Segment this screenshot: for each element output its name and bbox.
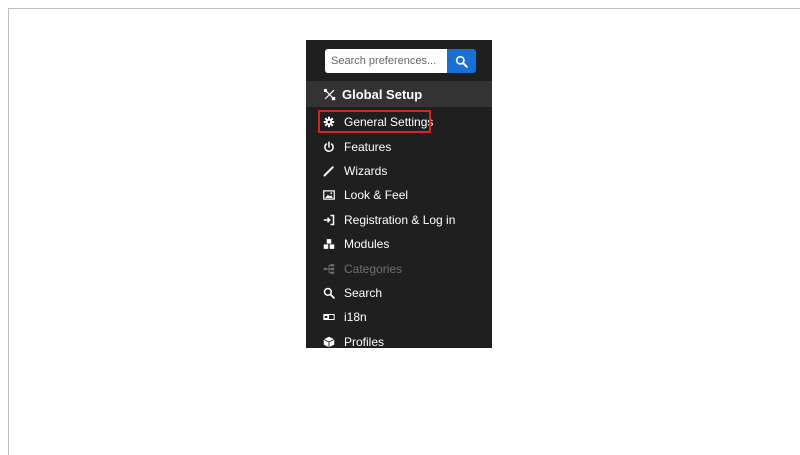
menu-item-label: Categories [344,261,403,276]
tools-icon [322,87,336,101]
menu-item-registration-login[interactable]: Registration & Log in [306,208,492,232]
cubes-icon [323,238,335,250]
menu-item-label: Look & Feel [344,188,409,203]
image-icon [323,189,335,201]
section-header-global-setup[interactable]: Global Setup [306,81,492,107]
power-icon [323,140,335,153]
preferences-sidebar: Global Setup General Settings Features W [306,40,492,348]
sign-in-icon [323,214,335,226]
menu-item-label: Registration & Log in [344,212,456,227]
search-input[interactable] [325,49,447,73]
section-header-title: Global Setup [342,86,423,102]
page-frame: Global Setup General Settings Features W [8,8,800,455]
menu-item-label: Profiles [344,334,385,348]
menu-item-categories[interactable]: Categories [306,256,492,280]
sitemap-icon [323,263,335,275]
language-icon [323,311,335,323]
menu-item-label: General Settings [344,115,434,130]
menu-item-label: Features [344,139,392,154]
gear-icon [323,116,335,128]
menu-item-label: Search [344,285,383,300]
search-bar [325,49,476,73]
search-icon [455,55,468,68]
menu-item-modules[interactable]: Modules [306,232,492,256]
menu-item-search[interactable]: Search [306,281,492,305]
menu-item-general-settings[interactable]: General Settings [306,110,492,134]
menu-item-profiles[interactable]: Profiles [306,330,492,348]
menu-item-label: Modules [344,237,390,252]
menu-item-label: Wizards [344,163,388,178]
menu-list: General Settings Features Wizards Look &… [306,110,492,348]
menu-item-label: i18n [344,310,367,325]
wand-icon [323,165,335,177]
cube-icon [323,336,335,348]
menu-item-features[interactable]: Features [306,134,492,158]
menu-item-i18n[interactable]: i18n [306,305,492,329]
menu-item-look-and-feel[interactable]: Look & Feel [306,183,492,207]
search-button[interactable] [447,49,476,73]
menu-item-wizards[interactable]: Wizards [306,159,492,183]
search-icon [323,287,335,299]
